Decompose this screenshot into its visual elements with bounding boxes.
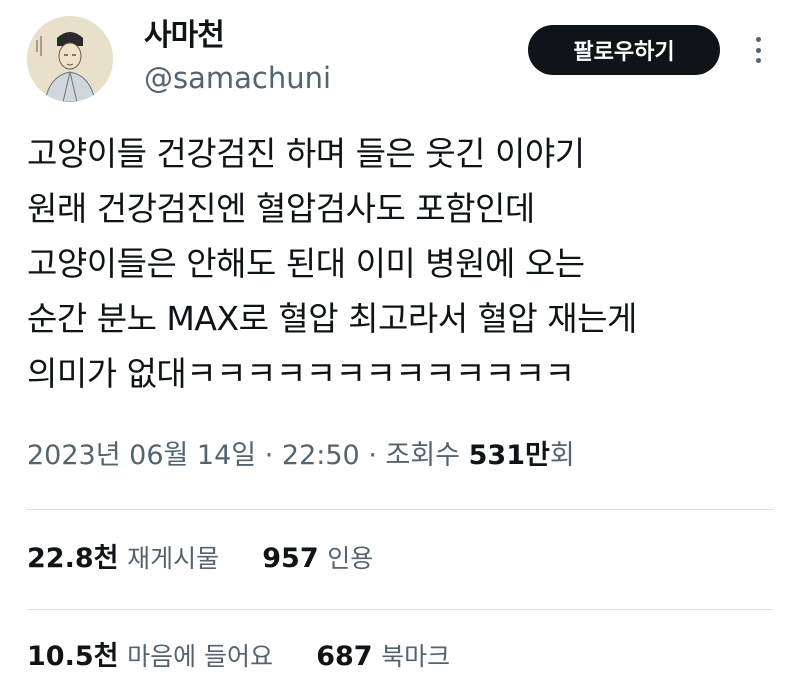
more-vertical-icon[interactable] bbox=[748, 33, 768, 67]
stats-row-likes: 10.5천 마음에 들어요 687 북마크 bbox=[27, 637, 450, 677]
bookmarks-count: 687 bbox=[316, 641, 373, 672]
tweet-line: 고양이들은 안해도 된대 이미 병원에 오는 bbox=[27, 244, 585, 283]
tweet-line: 원래 건강검진엔 혈압검사도 포함인데 bbox=[27, 189, 535, 228]
retweets-stat[interactable]: 22.8천 재게시물 bbox=[27, 543, 228, 574]
tweet-line: 순간 분노 MAX로 혈압 최고라서 혈압 재는게 bbox=[27, 299, 637, 338]
likes-count: 10.5천 bbox=[27, 641, 119, 672]
more-dot bbox=[755, 47, 761, 53]
bookmarks-label: 북마크 bbox=[381, 642, 451, 671]
tweet-meta: 2023년 06월 14일 · 22:50 · 조회수 531만회 bbox=[27, 436, 575, 476]
tweet-line: 고양이들 건강검진 하며 들은 웃긴 이야기 bbox=[27, 134, 585, 173]
stats-row-reposts: 22.8천 재게시물 957 인용 bbox=[27, 539, 373, 579]
meta-separator: · bbox=[264, 440, 274, 471]
quotes-stat[interactable]: 957 인용 bbox=[262, 543, 373, 574]
meta-separator: · bbox=[368, 440, 377, 471]
author-handle[interactable]: @samachuni bbox=[144, 60, 331, 96]
quotes-label: 인용 bbox=[327, 544, 374, 573]
views-unit: 회 bbox=[549, 440, 575, 471]
quotes-count: 957 bbox=[262, 543, 319, 574]
more-dot bbox=[755, 58, 761, 63]
retweets-count: 22.8천 bbox=[27, 543, 119, 574]
likes-label: 마음에 들어요 bbox=[127, 642, 274, 671]
likes-stat[interactable]: 10.5천 마음에 들어요 bbox=[27, 641, 282, 672]
tweet-line: 의미가 없대ㅋㅋㅋㅋㅋㅋㅋㅋㅋㅋㅋㅋㅋ bbox=[27, 354, 575, 393]
ink-portrait-avatar-icon bbox=[27, 16, 113, 102]
divider bbox=[27, 609, 773, 610]
tweet-text: 고양이들 건강검진 하며 들은 웃긴 이야기 원래 건강검진엔 혈압검사도 포함… bbox=[27, 126, 787, 401]
more-dot bbox=[755, 37, 761, 42]
tweet-time[interactable]: 22:50 bbox=[282, 440, 360, 471]
retweets-label: 재게시물 bbox=[127, 544, 220, 573]
bookmarks-stat[interactable]: 687 북마크 bbox=[316, 641, 450, 672]
divider bbox=[27, 509, 773, 510]
avatar[interactable] bbox=[27, 16, 113, 102]
views-label: 조회수 bbox=[385, 440, 461, 471]
author-display-name[interactable]: 사마천 bbox=[144, 18, 225, 54]
follow-button[interactable]: 팔로우하기 bbox=[528, 25, 720, 75]
tweet-date[interactable]: 2023년 06월 14일 bbox=[27, 440, 256, 471]
views-count: 531만 bbox=[468, 440, 550, 471]
